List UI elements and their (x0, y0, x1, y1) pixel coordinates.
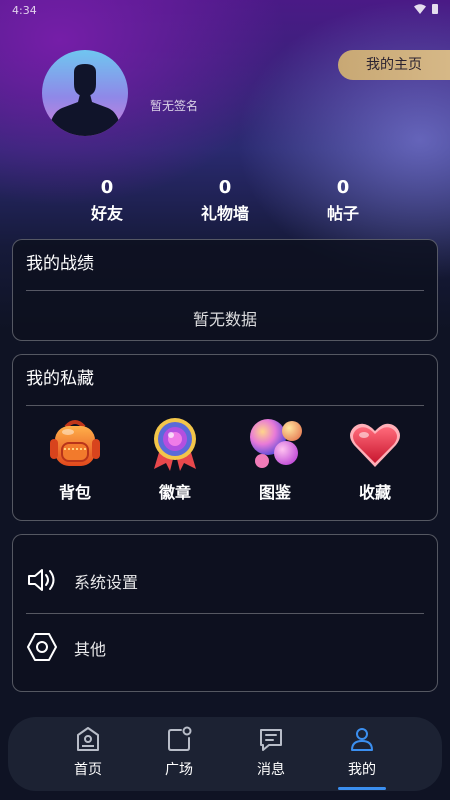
nav-item-mine[interactable]: 我的 (326, 717, 398, 791)
message-icon (260, 729, 282, 751)
collection-item-favorites[interactable]: 收藏 (335, 415, 415, 503)
stat-posts[interactable]: 0 帖子 (298, 178, 388, 224)
hexagon-icon (27, 633, 57, 661)
avatar-silhouette-icon (48, 64, 122, 136)
divider (26, 290, 424, 291)
battery-icon (432, 4, 438, 14)
collection-item-label: 收藏 (358, 483, 391, 502)
speaker-icon (28, 569, 55, 591)
collection-card: 我的私藏 背包 徽章 图鉴 收藏 (12, 354, 438, 521)
avatar[interactable] (42, 50, 128, 136)
collection-title: 我的私藏 (26, 369, 94, 389)
record-empty-text: 暂无数据 (192, 310, 257, 329)
nav-item-home[interactable]: 首页 (52, 717, 124, 791)
my-homepage-button[interactable]: 我的主页 (338, 50, 450, 80)
nav-label: 广场 (165, 762, 193, 778)
stat-count: 0 (100, 177, 114, 198)
backpack-icon (50, 420, 100, 466)
settings-card: 系统设置 其他 (12, 534, 438, 692)
signature-text[interactable]: 暂无签名 (150, 97, 198, 114)
collection-item-badge[interactable]: 徽章 (135, 415, 215, 503)
settings-row-label: 其他 (74, 640, 107, 659)
settings-row-label: 系统设置 (74, 573, 139, 592)
stat-count: 0 (336, 177, 350, 198)
divider (26, 613, 424, 614)
nav-item-messages[interactable]: 消息 (235, 717, 307, 791)
nav-label: 首页 (74, 762, 102, 778)
nav-label: 消息 (257, 762, 285, 778)
stat-label: 好友 (90, 204, 123, 223)
collection-item-label: 背包 (58, 483, 91, 502)
user-icon (351, 728, 373, 751)
heart-icon (350, 423, 400, 467)
status-bar: 4:34 (0, 0, 450, 22)
nav-label: 我的 (348, 762, 376, 778)
settings-row-other[interactable]: 其他 (26, 617, 424, 677)
bubbles-icon (250, 419, 302, 468)
nav-item-square[interactable]: 广场 (143, 717, 215, 791)
collection-item-backpack[interactable]: 背包 (35, 415, 115, 503)
status-time: 4:34 (12, 4, 37, 17)
stat-label: 帖子 (326, 204, 359, 223)
record-title: 我的战绩 (26, 254, 94, 274)
home-icon (77, 727, 99, 751)
stat-gift-wall[interactable]: 0 礼物墙 (180, 178, 270, 224)
divider (26, 405, 424, 406)
nav-active-indicator (338, 787, 386, 790)
bottom-nav: 首页 广场 消息 我的 (8, 717, 442, 791)
wifi-icon (414, 4, 426, 14)
stat-count: 0 (218, 177, 232, 198)
status-icons (414, 4, 438, 14)
collection-item-label: 图鉴 (258, 483, 291, 502)
badge-icon (154, 418, 196, 471)
stat-friends[interactable]: 0 好友 (62, 178, 152, 224)
square-icon (168, 726, 192, 751)
settings-row-system[interactable]: 系统设置 (26, 550, 424, 610)
collection-item-label: 徽章 (158, 483, 191, 502)
record-card: 我的战绩 暂无数据 (12, 239, 438, 341)
collection-item-atlas[interactable]: 图鉴 (235, 415, 315, 503)
stat-label: 礼物墙 (200, 204, 249, 223)
